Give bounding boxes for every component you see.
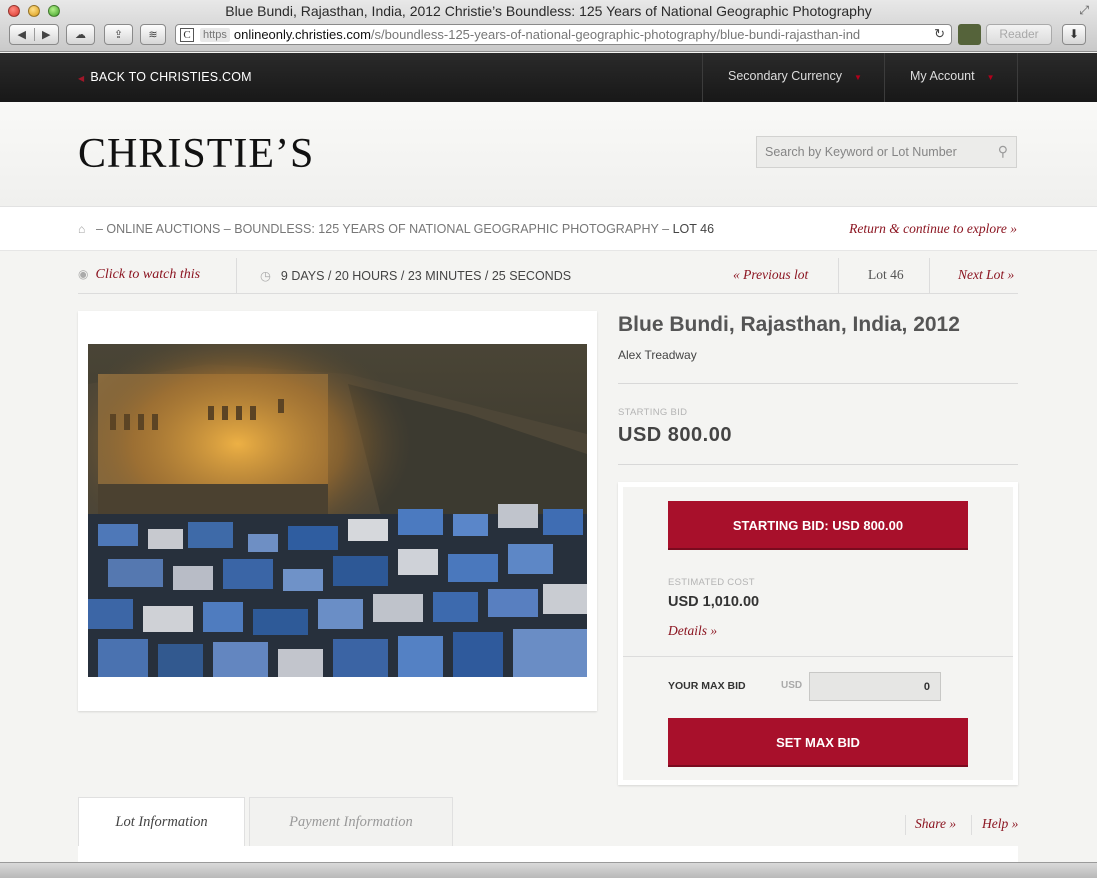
forward-arrow-icon[interactable]: ▶ [33, 28, 59, 41]
chevron-down-icon: ▼ [986, 73, 995, 82]
lot-nav-row: ◉ Click to watch this ◷ 9 DAYS / 20 HOURS … [78, 258, 1018, 294]
search-input[interactable] [757, 137, 987, 167]
set-max-bid-button[interactable]: SET MAX BID [668, 718, 968, 767]
max-bid-input[interactable] [809, 672, 941, 701]
max-bid-label: YOUR MAX BID [668, 680, 746, 692]
max-bid-currency: USD [781, 680, 803, 691]
starting-bid-value: USD 800.00 [618, 424, 732, 446]
help-link[interactable]: Help » [971, 815, 1018, 835]
home-icon[interactable]: ⌂ [78, 222, 90, 236]
blue-bundi-photo-image [88, 344, 587, 677]
starting-bid-button[interactable]: STARTING BID: USD 800.00 [668, 501, 968, 550]
breadcrumb-current: LOT 46 [672, 222, 715, 236]
details-link[interactable]: Details » [668, 623, 717, 639]
rss-icon: ≋ [148, 29, 158, 41]
back-arrow-icon[interactable]: ◀ [10, 28, 34, 41]
previous-lot-link[interactable]: « Previous lot [733, 267, 808, 283]
estimated-cost-label: ESTIMATED COST [668, 577, 755, 588]
watch-lot-link[interactable]: ◉ Click to watch this [78, 267, 200, 283]
browser-titlebar: Blue Bundi, Rajasthan, India, 2012 Chris… [0, 0, 1097, 52]
reader-button[interactable]: Reader [986, 24, 1052, 45]
breadcrumb-bar: ⌂ – ONLINE AUCTIONS – BOUNDLESS: 125 YEAR… [0, 207, 1097, 251]
search-box: ⚲ [756, 136, 1017, 168]
watch-label: Click to watch this [95, 267, 201, 282]
url-path: /s/boundless-125-years-of-national-geogr… [370, 27, 861, 42]
christies-logo[interactable]: CHRISTIE’S [78, 130, 314, 178]
cloud-icon: ☁ [75, 29, 86, 41]
next-lot-link[interactable]: Next Lot » [958, 267, 1014, 283]
eye-icon: ◉ [78, 267, 89, 281]
back-to-christies-link[interactable]: ◀ BACK TO CHRISTIES.COM [78, 70, 252, 84]
divider [838, 258, 839, 294]
countdown-timer: ◷ 9 DAYS / 20 HOURS / 23 MINUTES / 25 SEC… [260, 268, 571, 283]
divider [929, 258, 930, 294]
share-button[interactable]: ⇪ [104, 24, 133, 45]
share-icon: ⇪ [113, 29, 124, 41]
bid-panel-inner: STARTING BID: USD 800.00 ESTIMATED COST … [623, 487, 1013, 780]
extension-button[interactable] [958, 24, 981, 45]
lot-artist: Alex Treadway [618, 348, 697, 362]
search-icon[interactable]: ⚲ [998, 143, 1008, 160]
breadcrumb: ⌂ – ONLINE AUCTIONS – BOUNDLESS: 125 YEAR… [78, 222, 714, 236]
divider [623, 656, 1013, 657]
url-host: onlineonly.christies.com [233, 27, 371, 42]
icloud-tabs-button[interactable]: ☁ [66, 24, 95, 45]
divider [236, 258, 237, 294]
clock-icon: ◷ [260, 269, 271, 283]
rss-button[interactable]: ≋ [140, 24, 166, 45]
window-bottom-edge [0, 862, 1097, 878]
countdown-text: 9 DAYS / 20 HOURS / 23 MINUTES / 25 SECO… [280, 269, 572, 283]
my-account-label: My Account [910, 69, 975, 83]
tab-lot-information[interactable]: Lot Information [78, 797, 245, 847]
back-forward-buttons: ◀ ▶ [9, 24, 59, 45]
address-bar[interactable]: C https onlineonly.christies.com /s/boun… [175, 24, 952, 45]
estimated-cost-value: USD 1,010.00 [668, 594, 760, 610]
my-account-menu[interactable]: My Account ▼ [884, 53, 1018, 102]
fullscreen-icon[interactable]: ⤢ [1079, 3, 1089, 18]
secondary-currency-menu[interactable]: Secondary Currency ▼ [702, 53, 885, 102]
download-icon: ⬇ [1068, 27, 1080, 41]
site-header: CHRISTIE’S ⚲ [0, 102, 1097, 207]
site-top-bar: ◀ BACK TO CHRISTIES.COM Secondary Currenc… [0, 53, 1097, 102]
divider [618, 383, 1018, 384]
christies-favicon-icon: C [180, 27, 194, 42]
starting-bid-label: STARTING BID [618, 407, 688, 418]
reload-icon[interactable]: ↻ [931, 26, 945, 42]
secondary-currency-label: Secondary Currency [728, 69, 842, 83]
back-caret-icon: ◀ [78, 74, 85, 83]
bid-panel: STARTING BID: USD 800.00 ESTIMATED COST … [618, 482, 1018, 785]
back-link-label: BACK TO CHRISTIES.COM [90, 70, 252, 84]
lot-image-panel [78, 311, 597, 711]
lot-title: Blue Bundi, Rajasthan, India, 2012 [618, 313, 960, 336]
lot-number: Lot 46 [868, 267, 904, 282]
return-explore-link[interactable]: Return & continue to explore » [849, 221, 1017, 237]
tab-payment-information[interactable]: Payment Information [249, 797, 453, 847]
window-title: Blue Bundi, Rajasthan, India, 2012 Chris… [225, 3, 872, 19]
downloads-button[interactable]: ⬇ [1062, 24, 1086, 45]
lot-photograph[interactable] [88, 344, 587, 677]
breadcrumb-trail[interactable]: – ONLINE AUCTIONS – BOUNDLESS: 125 YEARS… [96, 222, 669, 236]
divider [618, 464, 1018, 465]
chevron-down-icon: ▼ [853, 73, 862, 82]
https-lock-badge: https [200, 27, 230, 42]
share-link[interactable]: Share » [905, 815, 956, 835]
